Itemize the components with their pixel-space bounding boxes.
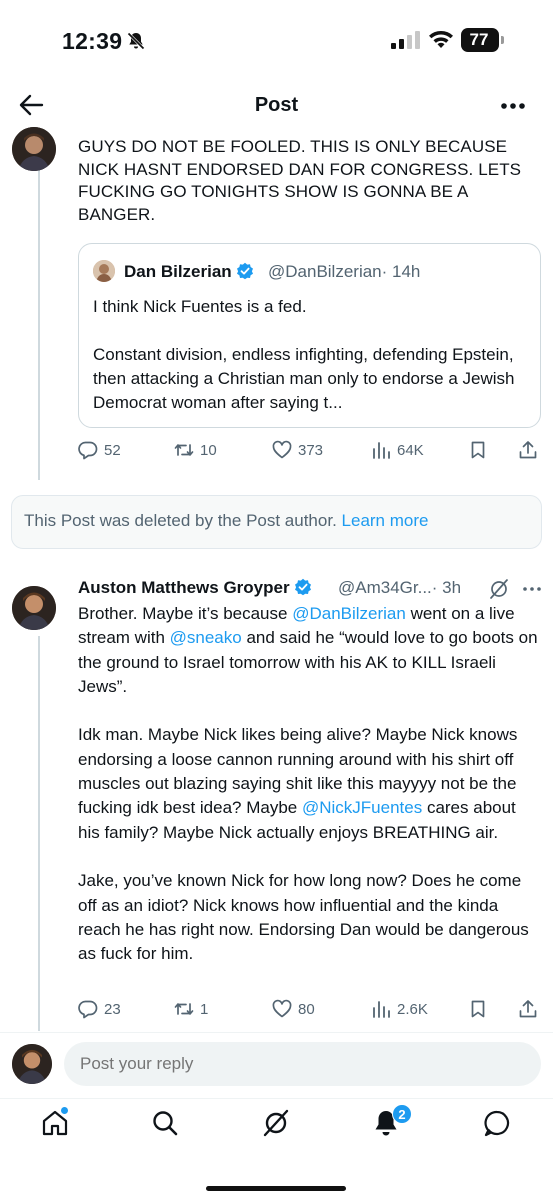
avatar [12,1044,52,1084]
share-button[interactable] [518,996,544,1022]
reply-button[interactable]: 52 [78,437,121,463]
author-meta: @Am34Gr...· 3h [338,578,461,598]
share-button[interactable] [518,437,544,463]
quote-time: · 14h [381,262,421,281]
quote-avatar [93,260,115,282]
views-button[interactable]: 64K [371,437,424,463]
quote-meta: @DanBilzerian· 14h [268,262,420,282]
deleted-post-notice: This Post was deleted by the Post author… [11,495,542,549]
bookmark-button[interactable] [468,996,494,1022]
nav-home[interactable] [40,1108,74,1142]
reply-input[interactable] [64,1042,541,1086]
repost-icon [174,444,194,456]
verified-icon [237,262,254,280]
author-name-row: Auston Matthews Groyper [78,578,312,598]
view-count: 2.6K [397,1000,428,1018]
mention-link[interactable]: @DanBilzerian [292,604,406,623]
share-icon [519,1000,537,1018]
page-title: Post [254,94,299,116]
like-count: 80 [298,1000,315,1018]
status-bar: 12:39 77 [0,0,553,80]
like-button[interactable]: 80 [272,996,315,1022]
battery-icon: 77 [461,28,505,52]
home-unread-dot [60,1106,69,1115]
like-icon [272,440,292,459]
post-header: Post [0,80,553,130]
bottom-nav: 2 [0,1100,553,1200]
divider [0,1098,553,1099]
home-indicator [206,1186,346,1191]
repost-icon [174,1003,194,1015]
repost-count: 10 [200,441,217,459]
nav-messages[interactable] [482,1108,516,1142]
bookmark-icon [471,1000,485,1018]
post-author-row: Auston Matthews Groyper @Am34Gr...· 3h [78,578,543,602]
notifications-badge: 2 [392,1104,412,1124]
more-icon[interactable] [500,102,526,110]
reply-count: 23 [104,1000,121,1018]
avatar[interactable] [12,127,56,171]
views-button[interactable]: 2.6K [371,996,428,1022]
like-icon [272,999,292,1018]
deleted-notice-text: This Post was deleted by the Post author… [24,511,428,531]
repost-count: 1 [200,1000,209,1018]
quote-line-2: Constant division, endless infighting, d… [93,345,515,412]
reply-button[interactable]: 23 [78,996,121,1022]
views-icon [373,442,390,459]
grok-icon[interactable] [488,578,510,600]
deleted-message: This Post was deleted by the Post author… [24,511,337,530]
mention-link[interactable]: @NickJFuentes [302,798,422,817]
quote-text: I think Nick Fuentes is a fed. Constant … [93,295,533,415]
like-button[interactable]: 373 [272,437,323,463]
thread-line [38,636,40,1031]
post-actions: 52 10 373 64K [78,437,543,463]
like-count: 373 [298,441,324,459]
nav-grok[interactable] [261,1108,295,1142]
post-text: Brother. Maybe it’s because @DanBilzeria… [78,602,540,991]
quoted-post[interactable]: Dan Bilzerian @DanBilzerian· 14h I think… [78,243,541,428]
thread-line [38,170,40,480]
reply-count: 52 [104,441,121,459]
post-paragraph: Idk man. Maybe Nick likes being alive? M… [78,725,518,842]
learn-more-link[interactable]: Learn more [342,511,429,530]
quote-author-name: Dan Bilzerian [124,262,232,281]
divider [0,1032,553,1033]
bell-off-icon [127,32,145,50]
grok-icon [263,1109,289,1137]
repost-button[interactable]: 10 [174,437,217,463]
view-count: 64K [397,441,424,459]
quote-author-row: Dan Bilzerian [124,262,254,282]
repost-button[interactable]: 1 [174,996,208,1022]
share-icon [519,441,537,459]
post-time: · 3h [431,578,462,597]
nav-search[interactable] [150,1108,184,1142]
mention-link[interactable]: @sneako [170,628,242,647]
reply-icon [78,1000,98,1019]
post-text: GUYS DO NOT BE FOOLED. THIS IS ONLY BECA… [78,137,522,224]
post-paragraph: Jake, you’ve known Nick for how long now… [78,871,529,964]
verified-icon [295,578,312,596]
bookmark-button[interactable] [468,437,494,463]
avatar[interactable] [12,586,56,630]
battery-level: 77 [469,30,489,49]
more-icon[interactable] [522,586,542,592]
status-time: 12:39 [62,28,123,54]
bookmark-icon [471,441,485,459]
views-icon [373,1001,390,1018]
quote-line-1: I think Nick Fuentes is a fed. [93,297,307,316]
messages-icon [484,1110,510,1137]
post-paragraph: Brother. Maybe it’s because @DanBilzeria… [78,604,538,696]
author-name[interactable]: Auston Matthews Groyper [78,578,290,597]
post-actions: 23 1 80 2.6K [78,996,543,1022]
wifi-icon [429,30,453,48]
search-icon [153,1111,178,1136]
reply-icon [78,441,98,460]
author-handle: @Am34Gr... [338,578,432,597]
signal-icon [391,31,420,49]
quote-author-handle: @DanBilzerian [268,262,382,281]
